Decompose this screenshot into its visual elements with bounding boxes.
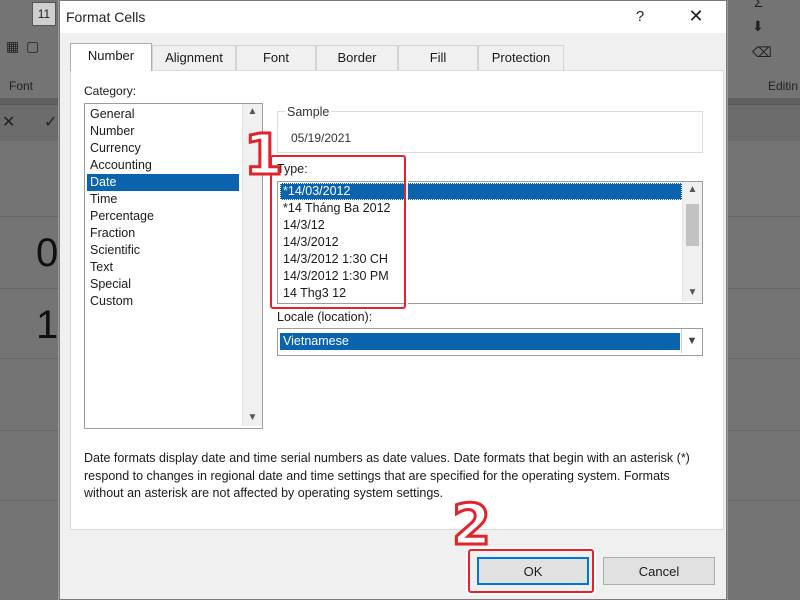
cell-borders-icon[interactable]: ▢: [26, 38, 39, 55]
category-item-custom[interactable]: Custom: [87, 293, 239, 310]
format-cells-dialog: Format Cells ? ✕ Number Alignment Font B…: [59, 0, 727, 600]
category-item-currency[interactable]: Currency: [87, 140, 239, 157]
type-item[interactable]: *14/03/2012: [280, 183, 682, 200]
tab-fill[interactable]: Fill: [398, 45, 478, 70]
sum-icon[interactable]: Σ: [754, 0, 763, 10]
chevron-down-icon[interactable]: ▼: [683, 285, 702, 301]
chevron-down-icon[interactable]: ▼: [681, 329, 702, 353]
cell-value-2[interactable]: 1: [36, 303, 58, 348]
category-item-number[interactable]: Number: [87, 123, 239, 140]
category-item-accounting[interactable]: Accounting: [87, 157, 239, 174]
type-item[interactable]: 14/3/2012 1:30 PM: [280, 268, 680, 285]
ribbon-font-group-label: Font: [9, 79, 34, 93]
type-item[interactable]: 14 Thg3 12: [280, 285, 680, 302]
locale-select[interactable]: Vietnamese ▼: [277, 328, 703, 356]
category-item-date[interactable]: Date: [87, 174, 239, 191]
sample-value: 05/19/2021: [291, 131, 352, 145]
confirm-entry-icon[interactable]: ✓: [44, 112, 57, 132]
cancel-entry-icon[interactable]: ✕: [2, 112, 15, 132]
format-description: Date formats display date and time seria…: [84, 451, 690, 500]
tab-font[interactable]: Font: [236, 45, 316, 70]
chevron-up-icon[interactable]: ▲: [243, 104, 262, 120]
category-list[interactable]: General Number Currency Accounting Date …: [84, 103, 263, 429]
type-item[interactable]: 14/3/2012: [280, 234, 680, 251]
tab-protection[interactable]: Protection: [478, 45, 564, 70]
type-item[interactable]: 14/3/2012 1:30 CH: [280, 251, 680, 268]
scrollbar-thumb[interactable]: [686, 204, 699, 246]
tab-border[interactable]: Border: [316, 45, 398, 70]
borders-icon[interactable]: ▦: [6, 38, 19, 55]
type-scrollbar[interactable]: ▲ ▼: [682, 182, 702, 301]
cancel-button[interactable]: Cancel: [603, 557, 715, 585]
help-button[interactable]: ?: [630, 6, 650, 28]
fill-down-icon[interactable]: ⬇: [752, 18, 764, 35]
eraser-icon[interactable]: ⌫: [752, 44, 772, 61]
step-1-label: 1: [243, 123, 285, 188]
dialog-title: Format Cells: [66, 9, 146, 25]
category-item-special[interactable]: Special: [87, 276, 239, 293]
font-size-box[interactable]: 11: [32, 2, 56, 26]
category-item-time[interactable]: Time: [87, 191, 239, 208]
category-item-scientific[interactable]: Scientific: [87, 242, 239, 259]
tab-alignment[interactable]: Alignment: [152, 45, 236, 70]
category-item-text[interactable]: Text: [87, 259, 239, 276]
type-item[interactable]: *14 Tháng Ba 2012: [280, 200, 680, 217]
chevron-up-icon[interactable]: ▲: [683, 182, 702, 198]
step-2-label: 2: [451, 493, 493, 558]
chevron-down-icon[interactable]: ▼: [243, 410, 262, 426]
type-item[interactable]: 14/3/12: [280, 217, 680, 234]
type-list[interactable]: *14/03/2012 *14 Tháng Ba 2012 14/3/12 14…: [277, 181, 703, 304]
dialog-titlebar: Format Cells ? ✕: [60, 1, 726, 33]
locale-label: Locale (location):: [277, 310, 373, 324]
category-item-general[interactable]: General: [87, 106, 239, 123]
locale-value: Vietnamese: [280, 333, 680, 350]
category-item-percentage[interactable]: Percentage: [87, 208, 239, 225]
ribbon-editing-group-label: Editin: [768, 79, 799, 93]
ok-button[interactable]: OK: [477, 557, 589, 585]
close-button[interactable]: ✕: [684, 4, 708, 28]
cell-value-1[interactable]: 0: [36, 231, 58, 276]
category-item-fraction[interactable]: Fraction: [87, 225, 239, 242]
sample-label: Sample: [285, 105, 332, 119]
category-label: Category:: [84, 84, 137, 98]
tab-number[interactable]: Number: [70, 43, 152, 71]
